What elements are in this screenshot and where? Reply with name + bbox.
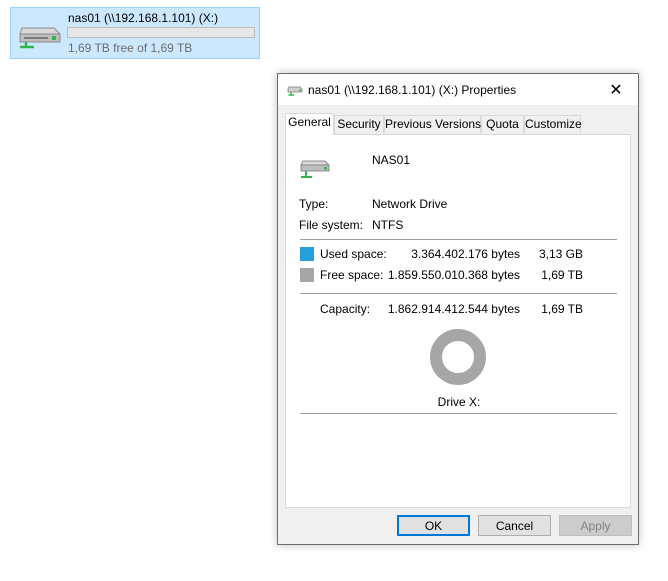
type-label: Type: [299,197,329,211]
tab-label: Quota [486,117,519,131]
network-drive-icon [299,156,331,183]
filesystem-value: NTFS [372,218,404,232]
apply-button[interactable]: Apply [559,515,632,536]
free-space-swatch [300,268,314,282]
tab-label: Security [337,117,381,131]
drive-caption: Drive X: [437,395,481,409]
dialog-title: nas01 (\\192.168.1.101) (X:) Properties [308,83,517,97]
cancel-button[interactable]: Cancel [478,515,551,536]
used-space-size: 3,13 GB [538,247,583,261]
drive-usage-bar [67,27,255,38]
type-value: Network Drive [372,197,448,211]
usage-donut-chart [430,329,486,385]
free-space-label: Free space: [320,268,384,282]
tab-general[interactable]: General [285,113,334,135]
separator [300,413,617,414]
used-space-label: Used space: [320,247,387,261]
free-space-size: 1,69 TB [541,268,583,282]
button-row: OK Cancel Apply [278,515,638,539]
tab-label: General [288,115,331,129]
tab-label: Customize [525,117,582,131]
capacity-label: Capacity: [320,302,371,316]
cancel-label: Cancel [495,518,534,533]
tab-previous-versions[interactable]: Previous Versions [384,115,481,133]
drive-free-text: 1,69 TB free of 1,69 TB [68,41,193,55]
apply-label: Apply [580,518,611,533]
tab-security[interactable]: Security [334,115,384,133]
donut-free-ring [430,329,486,385]
ok-button[interactable]: OK [397,515,470,536]
close-icon: ✕ [609,81,623,99]
tab-label: Previous Versions [385,117,482,131]
separator [300,239,617,240]
ok-label: OK [424,518,443,533]
capacity-size: 1,69 TB [541,302,583,316]
free-space-bytes: 1.859.550.010.368 bytes [387,268,520,282]
drive-tile-x[interactable]: nas01 (\\192.168.1.101) (X:) 1,69 TB fre… [10,7,260,59]
drive-name: nas01 (\\192.168.1.101) (X:) [68,11,219,25]
close-button[interactable]: ✕ [594,74,638,105]
drive-label-field[interactable]: NAS01 [372,153,410,167]
used-space-swatch [300,247,314,261]
filesystem-label: File system: [299,218,364,232]
title-bar[interactable]: nas01 (\\192.168.1.101) (X:) Properties … [278,74,638,105]
network-drive-icon [287,84,303,99]
general-tab-panel: NAS01 Type: Network Drive File system: N… [285,134,631,508]
capacity-bytes: 1.862.914.412.544 bytes [387,302,520,316]
network-drive-icon [16,20,62,53]
tab-customize[interactable]: Customize [524,115,582,133]
used-space-bytes: 3.364.402.176 bytes [411,247,520,261]
separator [300,293,617,294]
properties-dialog: nas01 (\\192.168.1.101) (X:) Properties … [277,73,639,545]
tab-quota[interactable]: Quota [481,115,524,133]
